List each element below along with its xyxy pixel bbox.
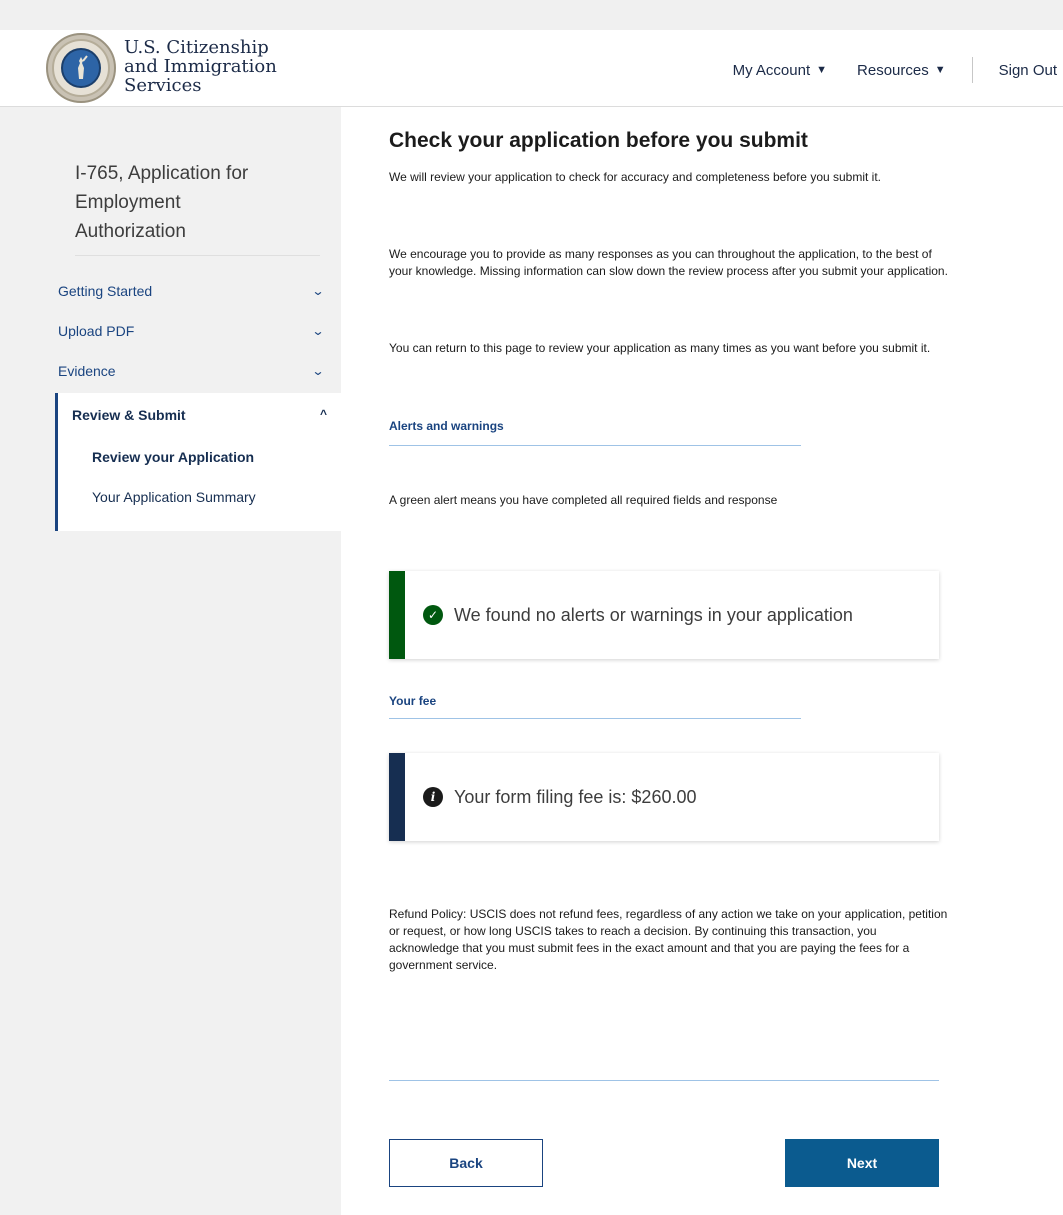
sidebar-item-label: Review & Submit: [72, 407, 186, 423]
sidebar-item-label: Upload PDF: [58, 323, 135, 339]
success-alert: ✓ We found no alerts or warnings in your…: [389, 571, 939, 659]
chevron-up-icon: ^: [319, 407, 327, 421]
uscis-seal-logo[interactable]: [46, 33, 116, 103]
intro-paragraph: We will review your application to check…: [389, 170, 882, 184]
seal-core: [61, 48, 101, 88]
site-header: U.S. Citizenship and Immigration Service…: [0, 30, 1063, 107]
sidebar-item-label: Evidence: [58, 363, 116, 379]
refund-policy: Refund Policy: USCIS does not refund fee…: [389, 907, 948, 972]
resources-label: Resources: [857, 61, 929, 79]
agency-name-line-3: Services: [124, 75, 202, 96]
seal-ring: [52, 39, 110, 97]
fee-message: Your form filing fee is: $260.00: [454, 786, 697, 807]
page-title: Check your application before you submit: [389, 129, 808, 152]
resources-menu[interactable]: Resources ▼: [857, 62, 946, 79]
sidebar-divider: [75, 255, 320, 256]
form-title: I-765, Application for Employment Author…: [75, 163, 249, 242]
next-button[interactable]: Next: [785, 1139, 939, 1187]
sidebar-subitem-review-application[interactable]: Review your Application: [92, 449, 254, 465]
statue-icon: [78, 55, 88, 79]
info-circle-icon: i: [423, 787, 443, 807]
back-button[interactable]: Back: [389, 1139, 543, 1187]
browser-top-strip: [0, 0, 1063, 30]
alert-status-bar: [389, 571, 405, 659]
alert-status-bar: [389, 753, 405, 841]
check-circle-icon: ✓: [423, 605, 443, 625]
chevron-down-icon: ⌄: [311, 324, 325, 338]
sidebar-item-review-submit[interactable]: Review & Submit ^: [72, 407, 327, 423]
intro-paragraph: You can return to this page to review yo…: [389, 341, 931, 355]
section-divider: [389, 718, 801, 719]
sidebar-item-upload-pdf[interactable]: Upload PDF ⌄: [57, 314, 341, 348]
caret-down-icon: ▼: [816, 64, 828, 76]
fee-section-heading: Your fee: [389, 694, 437, 708]
header-nav: My Account ▼ Resources ▼ Sign Out: [733, 57, 1057, 83]
fee-info-alert: i Your form filing fee is: $260.00: [389, 753, 939, 841]
alerts-section-heading: Alerts and warnings: [389, 419, 504, 433]
my-account-label: My Account: [732, 61, 811, 79]
section-divider: [389, 445, 801, 446]
alerts-description: A green alert means you have completed a…: [389, 493, 778, 507]
agency-name[interactable]: U.S. Citizenship and Immigration Service…: [124, 38, 277, 95]
sidebar-item-evidence[interactable]: Evidence ⌄: [57, 354, 341, 388]
caret-down-icon: ▼: [934, 64, 946, 76]
main-content: Check your application before you submit…: [341, 107, 1063, 1215]
agency-name-line-1: U.S. Citizenship: [124, 37, 269, 58]
my-account-menu[interactable]: My Account ▼: [733, 62, 827, 79]
sidebar-item-label: Getting Started: [58, 283, 153, 299]
alert-message: We found no alerts or warnings in your a…: [454, 604, 853, 625]
sign-out-link[interactable]: Sign Out: [999, 62, 1057, 79]
footer-divider: [389, 1080, 939, 1081]
chevron-down-icon: ⌄: [311, 284, 325, 298]
chevron-down-icon: ⌄: [311, 364, 325, 378]
intro-paragraph: We encourage you to provide as many resp…: [389, 247, 948, 278]
agency-name-line-2: and Immigration: [124, 56, 277, 77]
sidebar-subitem-application-summary[interactable]: Your Application Summary: [92, 489, 256, 505]
nav-divider: [971, 57, 973, 83]
sidebar: I-765, Application for Employment Author…: [0, 107, 341, 1215]
sidebar-item-getting-started[interactable]: Getting Started ⌄: [57, 274, 341, 308]
sidebar-section-review-submit: Review & Submit ^ Review your Applicatio…: [55, 393, 341, 531]
